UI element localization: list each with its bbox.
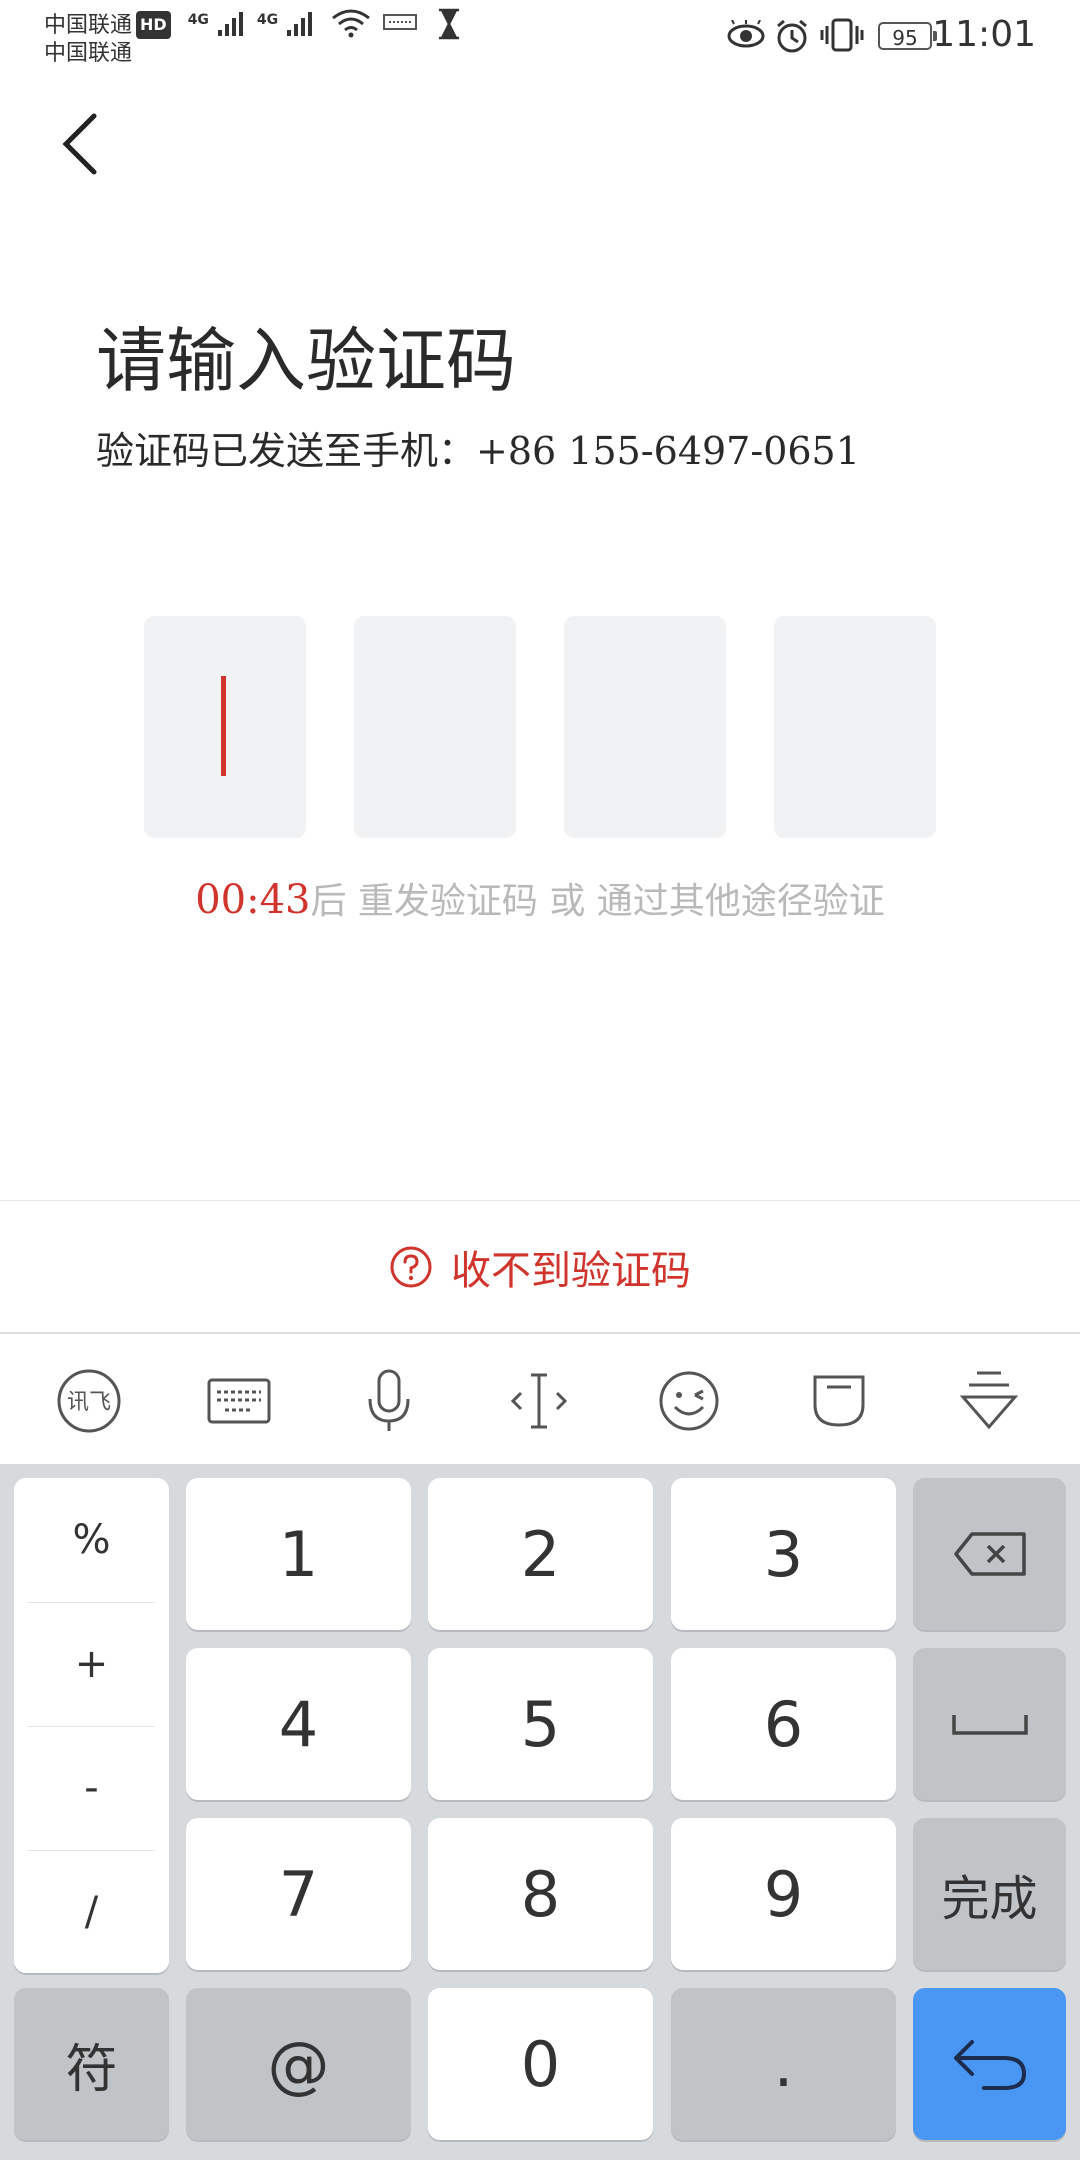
wifi-icon — [332, 9, 371, 38]
alarm-icon — [777, 19, 807, 53]
svg-text:讯飞: 讯飞 — [67, 1390, 111, 1415]
hourglass-icon — [439, 8, 460, 40]
key-6[interactable]: 6 — [671, 1648, 896, 1800]
keyboard-icon[interactable] — [204, 1366, 274, 1436]
done-key[interactable]: 完成 — [913, 1818, 1066, 1970]
ifly-logo-icon[interactable]: 讯飞 — [54, 1366, 124, 1436]
carrier-1: 中国联通 HD 4G 4G — [44, 6, 462, 40]
code-digit-3[interactable] — [564, 616, 726, 838]
network-type-1: 4G — [187, 12, 209, 28]
symbol-column[interactable]: % + - / — [14, 1478, 169, 1973]
clock: 11:01 — [932, 14, 1036, 55]
symbols-key[interactable]: 符 — [14, 1988, 169, 2140]
resend-text[interactable]: 后 重发验证码 或 通过其他途径验证 — [310, 881, 884, 922]
code-digit-2[interactable] — [354, 616, 516, 838]
symbol-percent-key[interactable]: % — [26, 1478, 157, 1602]
return-arrow-icon — [953, 2040, 1026, 2090]
key-3[interactable]: 3 — [671, 1478, 896, 1630]
question-circle-icon — [390, 1246, 432, 1287]
text-cursor — [221, 676, 226, 776]
cursor-move-icon[interactable] — [504, 1366, 574, 1436]
microphone-icon[interactable] — [354, 1366, 424, 1436]
key-9[interactable]: 9 — [671, 1818, 896, 1970]
emoji-icon[interactable] — [654, 1366, 724, 1436]
symbol-plus-key[interactable]: + — [26, 1602, 157, 1726]
symbol-slash-key[interactable]: / — [26, 1850, 157, 1974]
no-code-button[interactable]: 收不到验证码 — [0, 1200, 1080, 1334]
key-0[interactable]: 0 — [428, 1988, 653, 2140]
back-button[interactable] — [50, 108, 110, 180]
enter-key[interactable] — [913, 1988, 1066, 2140]
key-1[interactable]: 1 — [186, 1478, 411, 1630]
clipboard-icon[interactable] — [804, 1366, 874, 1436]
phone-hint: 验证码已发送至手机：+86 155-6497-0651 — [96, 429, 860, 473]
collapse-keyboard-icon[interactable] — [954, 1366, 1024, 1436]
resend-hint: 00:43后 重发验证码 或 通过其他途径验证 — [0, 872, 1080, 924]
symbol-minus-key[interactable]: - — [26, 1726, 157, 1850]
hd-badge: HD — [136, 11, 171, 39]
key-8[interactable]: 8 — [428, 1818, 653, 1970]
page-title: 请输入验证码 — [96, 320, 516, 402]
signal-icon — [217, 12, 243, 36]
numeric-keypad: % + - / 1 2 3 4 5 6 7 8 9 完成 符 @ 0 . — [0, 1464, 1080, 2160]
key-2[interactable]: 2 — [428, 1478, 653, 1630]
key-5[interactable]: 5 — [428, 1648, 653, 1800]
no-code-label: 收不到验证码 — [451, 1247, 691, 1294]
signal-icon-2 — [287, 12, 313, 36]
backspace-key[interactable] — [913, 1478, 1066, 1630]
eye-icon — [727, 20, 765, 48]
countdown-timer: 00:43 — [195, 877, 311, 923]
carrier-2: 中国联通 — [44, 41, 133, 66]
space-icon — [951, 1715, 1028, 1735]
keyboard-status-icon — [383, 14, 418, 30]
key-7[interactable]: 7 — [186, 1818, 411, 1970]
dot-key[interactable]: . — [671, 1988, 896, 2140]
at-key[interactable]: @ — [186, 1988, 411, 2140]
code-digit-4[interactable] — [774, 616, 936, 838]
vibrate-icon — [820, 18, 864, 52]
keyboard-toolbar: 讯飞 — [0, 1336, 1080, 1464]
network-type-2: 4G — [256, 12, 279, 28]
key-4[interactable]: 4 — [186, 1648, 411, 1800]
battery-indicator: 95 — [878, 22, 937, 50]
chevron-left-icon — [62, 113, 97, 175]
code-digit-1[interactable] — [144, 616, 306, 838]
space-key[interactable] — [913, 1648, 1066, 1800]
backspace-icon — [953, 1532, 1026, 1576]
